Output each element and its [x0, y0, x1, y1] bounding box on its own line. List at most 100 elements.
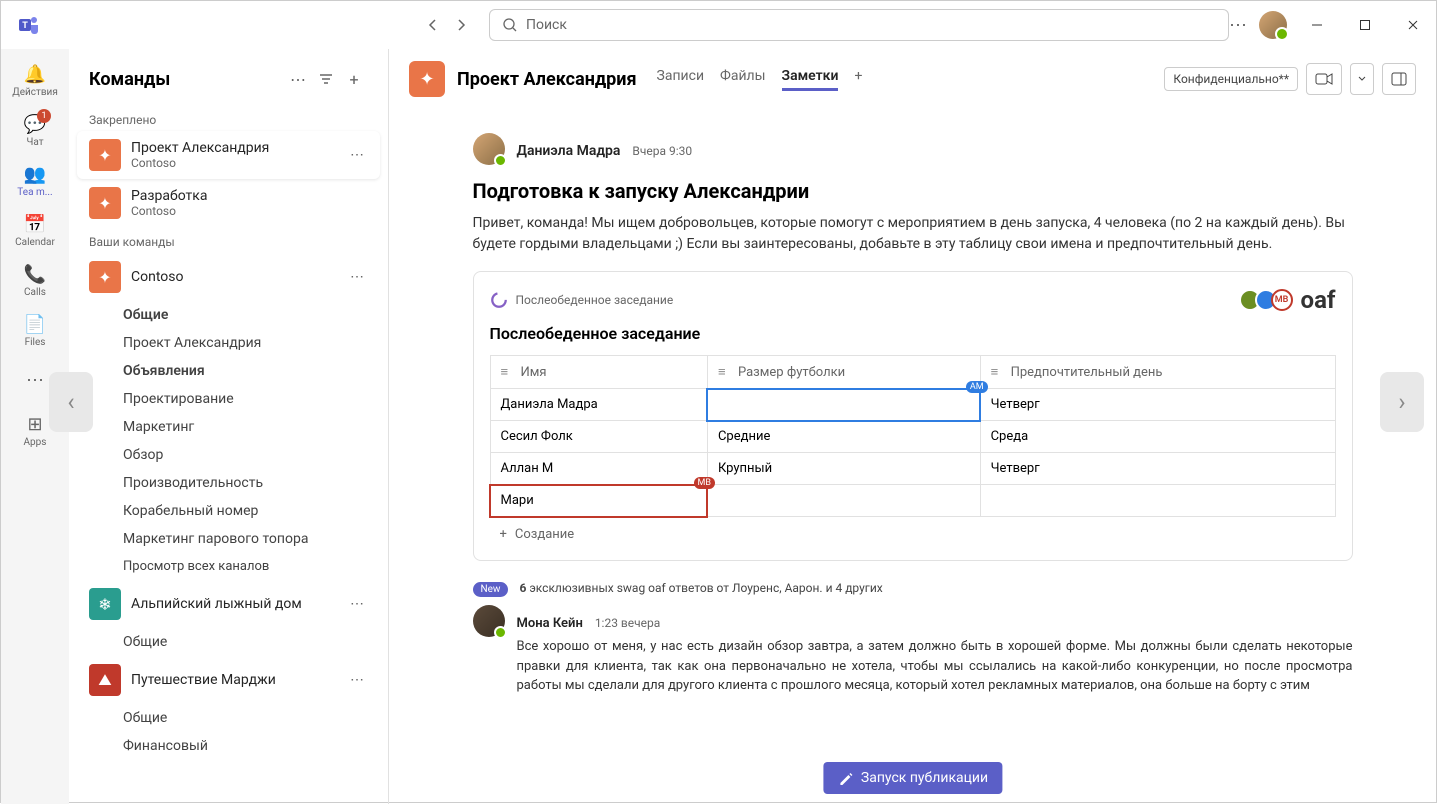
team-margie[interactable]: ⛰ Путешествие Марджи ⋯ [77, 656, 380, 704]
meet-button[interactable] [1306, 63, 1342, 95]
pinned-team-alexandria[interactable]: ✦ Проект АлександрияContoso ⋯ [77, 131, 380, 179]
channel-item[interactable]: Финансовый [69, 732, 388, 760]
presence-avatar: MB [1271, 289, 1293, 311]
channel-item[interactable]: Общие [69, 628, 388, 656]
new-badge: New [473, 582, 509, 597]
table-cell[interactable]: Сесил Фолк [490, 421, 707, 453]
channel-item[interactable]: Общие [69, 704, 388, 732]
post-author: Даниэла Мадра [517, 143, 621, 159]
tab-files[interactable]: Файлы [720, 68, 765, 91]
team-contoso[interactable]: ✦ Contoso ⋯ [77, 253, 380, 301]
team-avatar: ✦ [89, 261, 121, 293]
table-cell[interactable]: Средние [707, 421, 980, 453]
back-button[interactable] [421, 13, 445, 37]
section-pinned: Закреплено [69, 105, 388, 131]
table-cell[interactable]: Даниэла Мадра [490, 389, 707, 421]
loop-presence: MB [1245, 289, 1293, 311]
table-cell[interactable]: Четверг [980, 389, 1335, 421]
start-post-button[interactable]: Запуск публикации [823, 762, 1002, 794]
table-cell[interactable]: Крупный [707, 453, 980, 485]
see-all-channels[interactable]: Просмотр всех каналов [69, 553, 388, 580]
channel-item[interactable]: Объявления [69, 357, 388, 385]
channel-content: ✦ Проект Александрия Записи Файлы Заметк… [389, 49, 1436, 804]
pinned-team-dev[interactable]: ✦ РазработкаContoso [77, 179, 380, 227]
rail-files[interactable]: 📄Files [5, 307, 65, 355]
table-cell[interactable]: Аллан М [490, 453, 707, 485]
channel-item[interactable]: Проектирование [69, 385, 388, 413]
team-alpine[interactable]: ❄ Альпийский лыжный дом ⋯ [77, 580, 380, 628]
text-column-icon: ≡ [501, 364, 515, 380]
reply-author: Мона Кейн [517, 616, 583, 631]
loop-table[interactable]: ≡Имя ≡Размер футболки ≡Предпочтительный … [490, 355, 1336, 517]
table-cell[interactable] [707, 485, 980, 517]
titlebar: T Поиск ⋯ [1, 1, 1436, 49]
plus-icon: + [500, 527, 507, 542]
compose-area: Запуск публикации [823, 762, 1002, 794]
panel-toggle-button[interactable] [1382, 63, 1416, 95]
item-more-button[interactable]: ⋯ [346, 269, 368, 285]
rail-chat[interactable]: 1💬Чат [5, 107, 65, 155]
channel-item[interactable]: Общие [69, 301, 388, 329]
settings-more-button[interactable]: ⋯ [1229, 15, 1247, 36]
loop-icon [490, 291, 508, 309]
channel-item[interactable]: Маркетинг парового топора [69, 525, 388, 553]
table-row[interactable]: Аллан МКрупныйЧетверг [490, 453, 1335, 485]
post-time: Вчера 9:30 [632, 144, 692, 158]
teams-filter-button[interactable] [312, 65, 340, 93]
item-more-button[interactable]: ⋯ [346, 672, 368, 688]
user-avatar[interactable] [1259, 11, 1287, 39]
replies-summary[interactable]: New 6 эксклюзивных swag oaf ответов от Л… [473, 581, 1353, 597]
forward-button[interactable] [449, 13, 473, 37]
teams-add-button[interactable]: + [340, 65, 368, 93]
teams-more-button[interactable]: ⋯ [284, 65, 312, 93]
channel-item[interactable]: Корабельный номер [69, 497, 388, 525]
chat-badge: 1 [37, 109, 51, 123]
history-nav [421, 13, 473, 37]
loop-component[interactable]: Послеобеденное заседание MB oaf Послеобе… [473, 271, 1353, 561]
minimize-button[interactable] [1299, 9, 1335, 41]
search-input[interactable]: Поиск [489, 9, 1229, 41]
loop-name: Послеобеденное заседание [516, 293, 1237, 307]
team-avatar: ✦ [89, 187, 121, 219]
item-more-button[interactable]: ⋯ [346, 596, 368, 612]
add-tab-button[interactable]: + [854, 68, 862, 91]
tab-notes[interactable]: Заметки [782, 68, 839, 91]
text-column-icon: ≡ [718, 364, 732, 380]
table-cell[interactable]: МариMB [490, 485, 707, 517]
table-cell[interactable] [980, 485, 1335, 517]
sensitivity-chip[interactable]: Конфиденциально** [1164, 67, 1298, 91]
channel-item[interactable]: Производительность [69, 469, 388, 497]
reply-author-avatar[interactable] [473, 605, 505, 637]
channel-item[interactable]: Обзор [69, 441, 388, 469]
channel-item[interactable]: Проект Александрия [69, 329, 388, 357]
bell-icon: 🔔 [24, 64, 46, 85]
carousel-next-button[interactable]: › [1380, 372, 1424, 432]
close-button[interactable] [1395, 9, 1431, 41]
table-row[interactable]: Даниэла МадраAMЧетверг [490, 389, 1335, 421]
teams-icon: 👥 [24, 164, 46, 185]
search-placeholder: Поиск [526, 17, 567, 33]
table-cell[interactable]: Среда [980, 421, 1335, 453]
team-avatar: ✦ [89, 139, 121, 171]
loop-brand: oaf [1301, 286, 1336, 314]
rail-calendar[interactable]: 📅Calendar [5, 207, 65, 255]
svg-text:T: T [22, 21, 28, 31]
rail-activity[interactable]: 🔔Действия [5, 57, 65, 105]
channel-item[interactable]: Маркетинг [69, 413, 388, 441]
rail-calls[interactable]: 📞Calls [5, 257, 65, 305]
table-cell[interactable]: Четверг [980, 453, 1335, 485]
carousel-prev-button[interactable]: ‹ [49, 372, 93, 432]
maximize-button[interactable] [1347, 9, 1383, 41]
item-more-button[interactable]: ⋯ [346, 147, 368, 163]
table-row[interactable]: Сесил ФолкСредниеСреда [490, 421, 1335, 453]
author-avatar[interactable] [473, 133, 505, 165]
app-logo: T [17, 11, 41, 39]
tab-posts[interactable]: Записи [657, 68, 705, 91]
table-row[interactable]: МариMB [490, 485, 1335, 517]
meet-dropdown-button[interactable] [1350, 63, 1374, 95]
table-cell[interactable]: AM [707, 389, 980, 421]
teams-heading: Команды [89, 69, 284, 90]
rail-teams[interactable]: 👥Tea m... [5, 157, 65, 205]
add-row-button[interactable]: +Создание [490, 517, 1336, 552]
text-column-icon: ≡ [991, 364, 1005, 380]
